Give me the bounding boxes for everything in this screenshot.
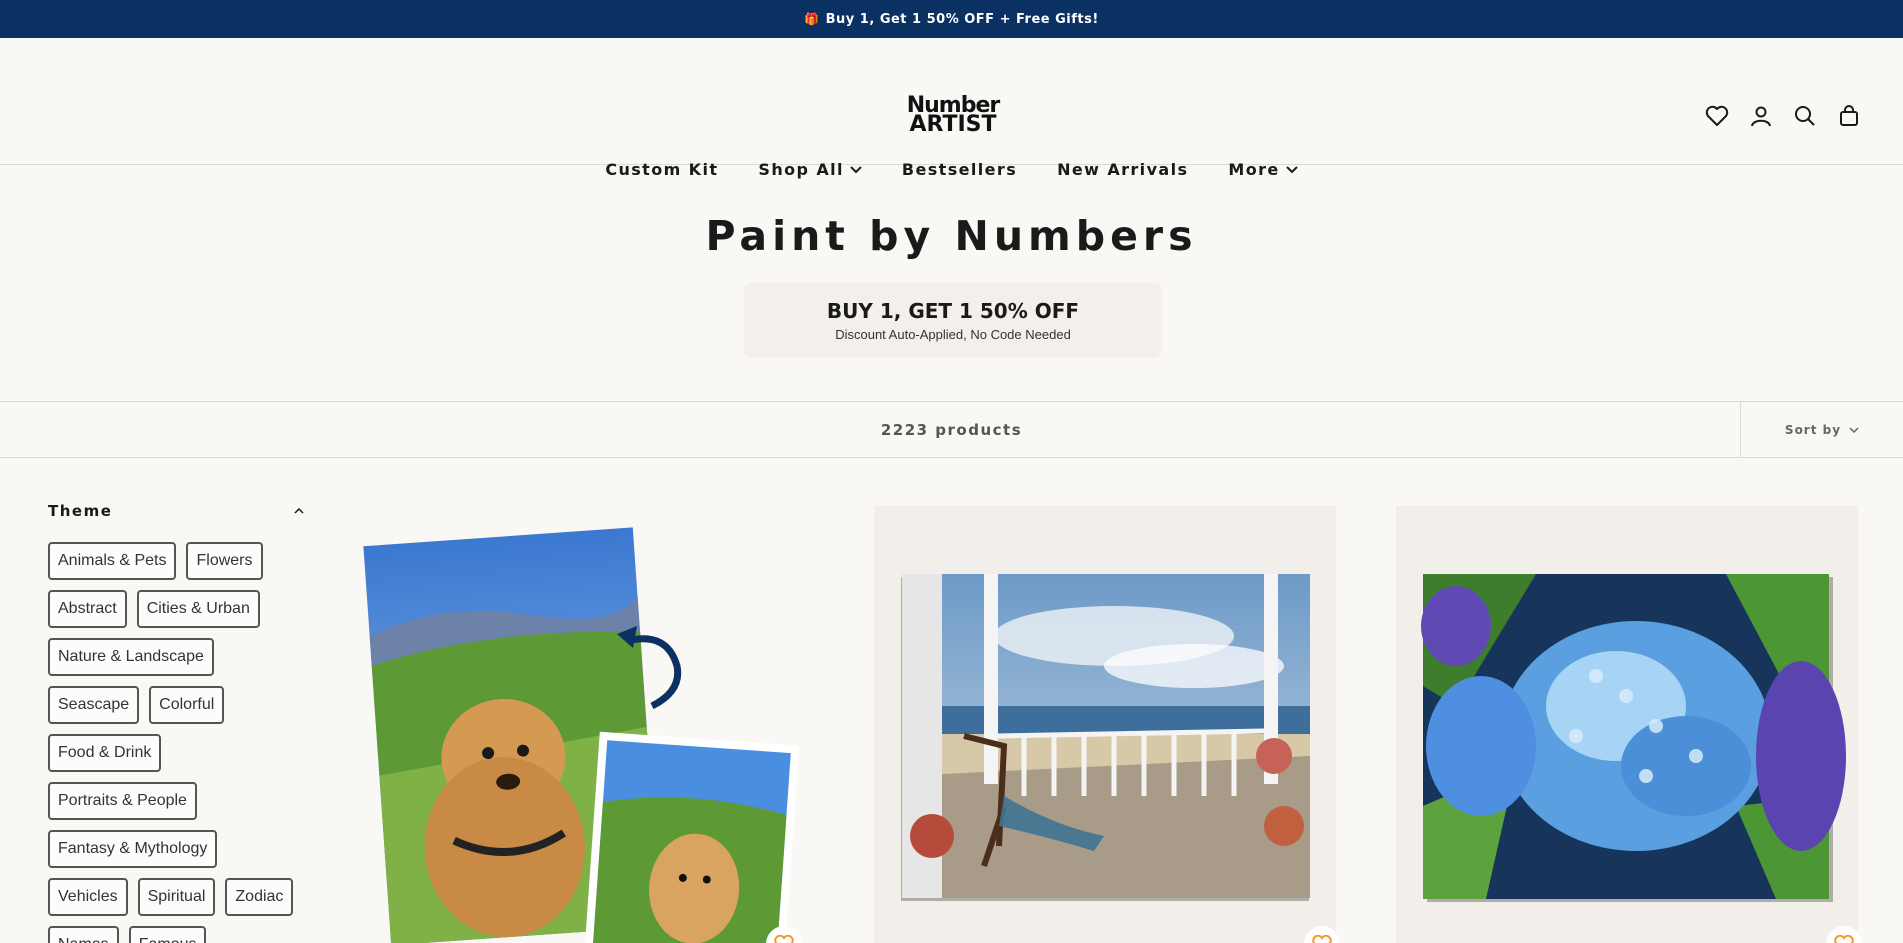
filter-chip[interactable]: Food & Drink [48,734,162,772]
gift-icon: 🎁 [804,12,820,26]
filter-chip[interactable]: Famous [128,926,207,943]
search-icon[interactable] [1793,104,1817,128]
cart-bag-icon[interactable] [1837,104,1861,128]
sort-label: Sort by [1784,422,1842,437]
promo-headline: BUY 1, GET 1 50% OFF [826,299,1080,323]
filter-chip[interactable]: Portraits & People [48,782,197,820]
chevron-down-icon [1849,426,1859,433]
filter-chip[interactable]: Fantasy & Mythology [48,830,218,868]
promo-subtext: Discount Auto-Applied, No Code Needed [835,327,1071,342]
account-icon[interactable] [1749,104,1773,128]
promo-banner: BUY 1, GET 1 50% OFF Discount Auto-Appli… [744,283,1162,358]
product-image-porch-seascape [901,574,1310,901]
collection-content: Theme Animals & Pets Flowers Abstract Ci… [0,458,1903,943]
product-card-hydrangea[interactable] [1396,506,1862,943]
filter-chip[interactable]: Abstract [48,590,127,628]
logo-line2: ARTIST [909,112,997,137]
filter-chip[interactable]: Vehicles [48,878,128,916]
filter-chip[interactable]: Animals & Pets [48,542,177,580]
logo[interactable]: Number ARTIST [903,95,1003,140]
product-image-hydrangea [1421,574,1846,902]
filter-chip[interactable]: Spiritual [137,878,216,916]
filter-chip[interactable]: Cities & Urban [136,590,260,628]
theme-filter: Theme Animals & Pets Flowers Abstract Ci… [48,502,304,943]
filter-header[interactable]: Theme [48,502,304,520]
page-title: Paint by Numbers [705,212,1198,260]
filter-chip[interactable]: Zodiac [225,878,294,916]
collection-hero: Paint by Numbers BUY 1, GET 1 50% OFF Di… [0,165,1903,402]
filter-title: Theme [48,502,113,520]
filter-chip[interactable]: Names [48,926,119,943]
site-header: Number ARTIST Custom Kit Shop All Bestse… [0,38,1903,179]
filter-chips: Animals & Pets Flowers Abstract Cities &… [48,542,304,943]
wishlist-heart-icon[interactable] [1705,104,1729,128]
announcement-bar: 🎁 Buy 1, Get 1 50% OFF + Free Gifts! [0,0,1903,38]
chevron-up-icon [294,508,304,514]
filter-chip[interactable]: Flowers [186,542,263,580]
filter-chip[interactable]: Seascape [48,686,140,724]
sort-by-dropdown[interactable]: Sort by [1740,402,1903,457]
collection-toolbar: 2223 products Sort by [0,402,1903,458]
header-icons [1705,104,1861,128]
product-image-custom-pet [363,527,800,943]
product-card-porch[interactable] [874,506,1340,943]
announcement-text: Buy 1, Get 1 50% OFF + Free Gifts! [825,11,1099,27]
filter-chip[interactable]: Colorful [149,686,225,724]
product-card-custom[interactable] [337,506,802,943]
product-count: 2223 products [880,420,1023,439]
filter-chip[interactable]: Nature & Landscape [48,638,214,676]
